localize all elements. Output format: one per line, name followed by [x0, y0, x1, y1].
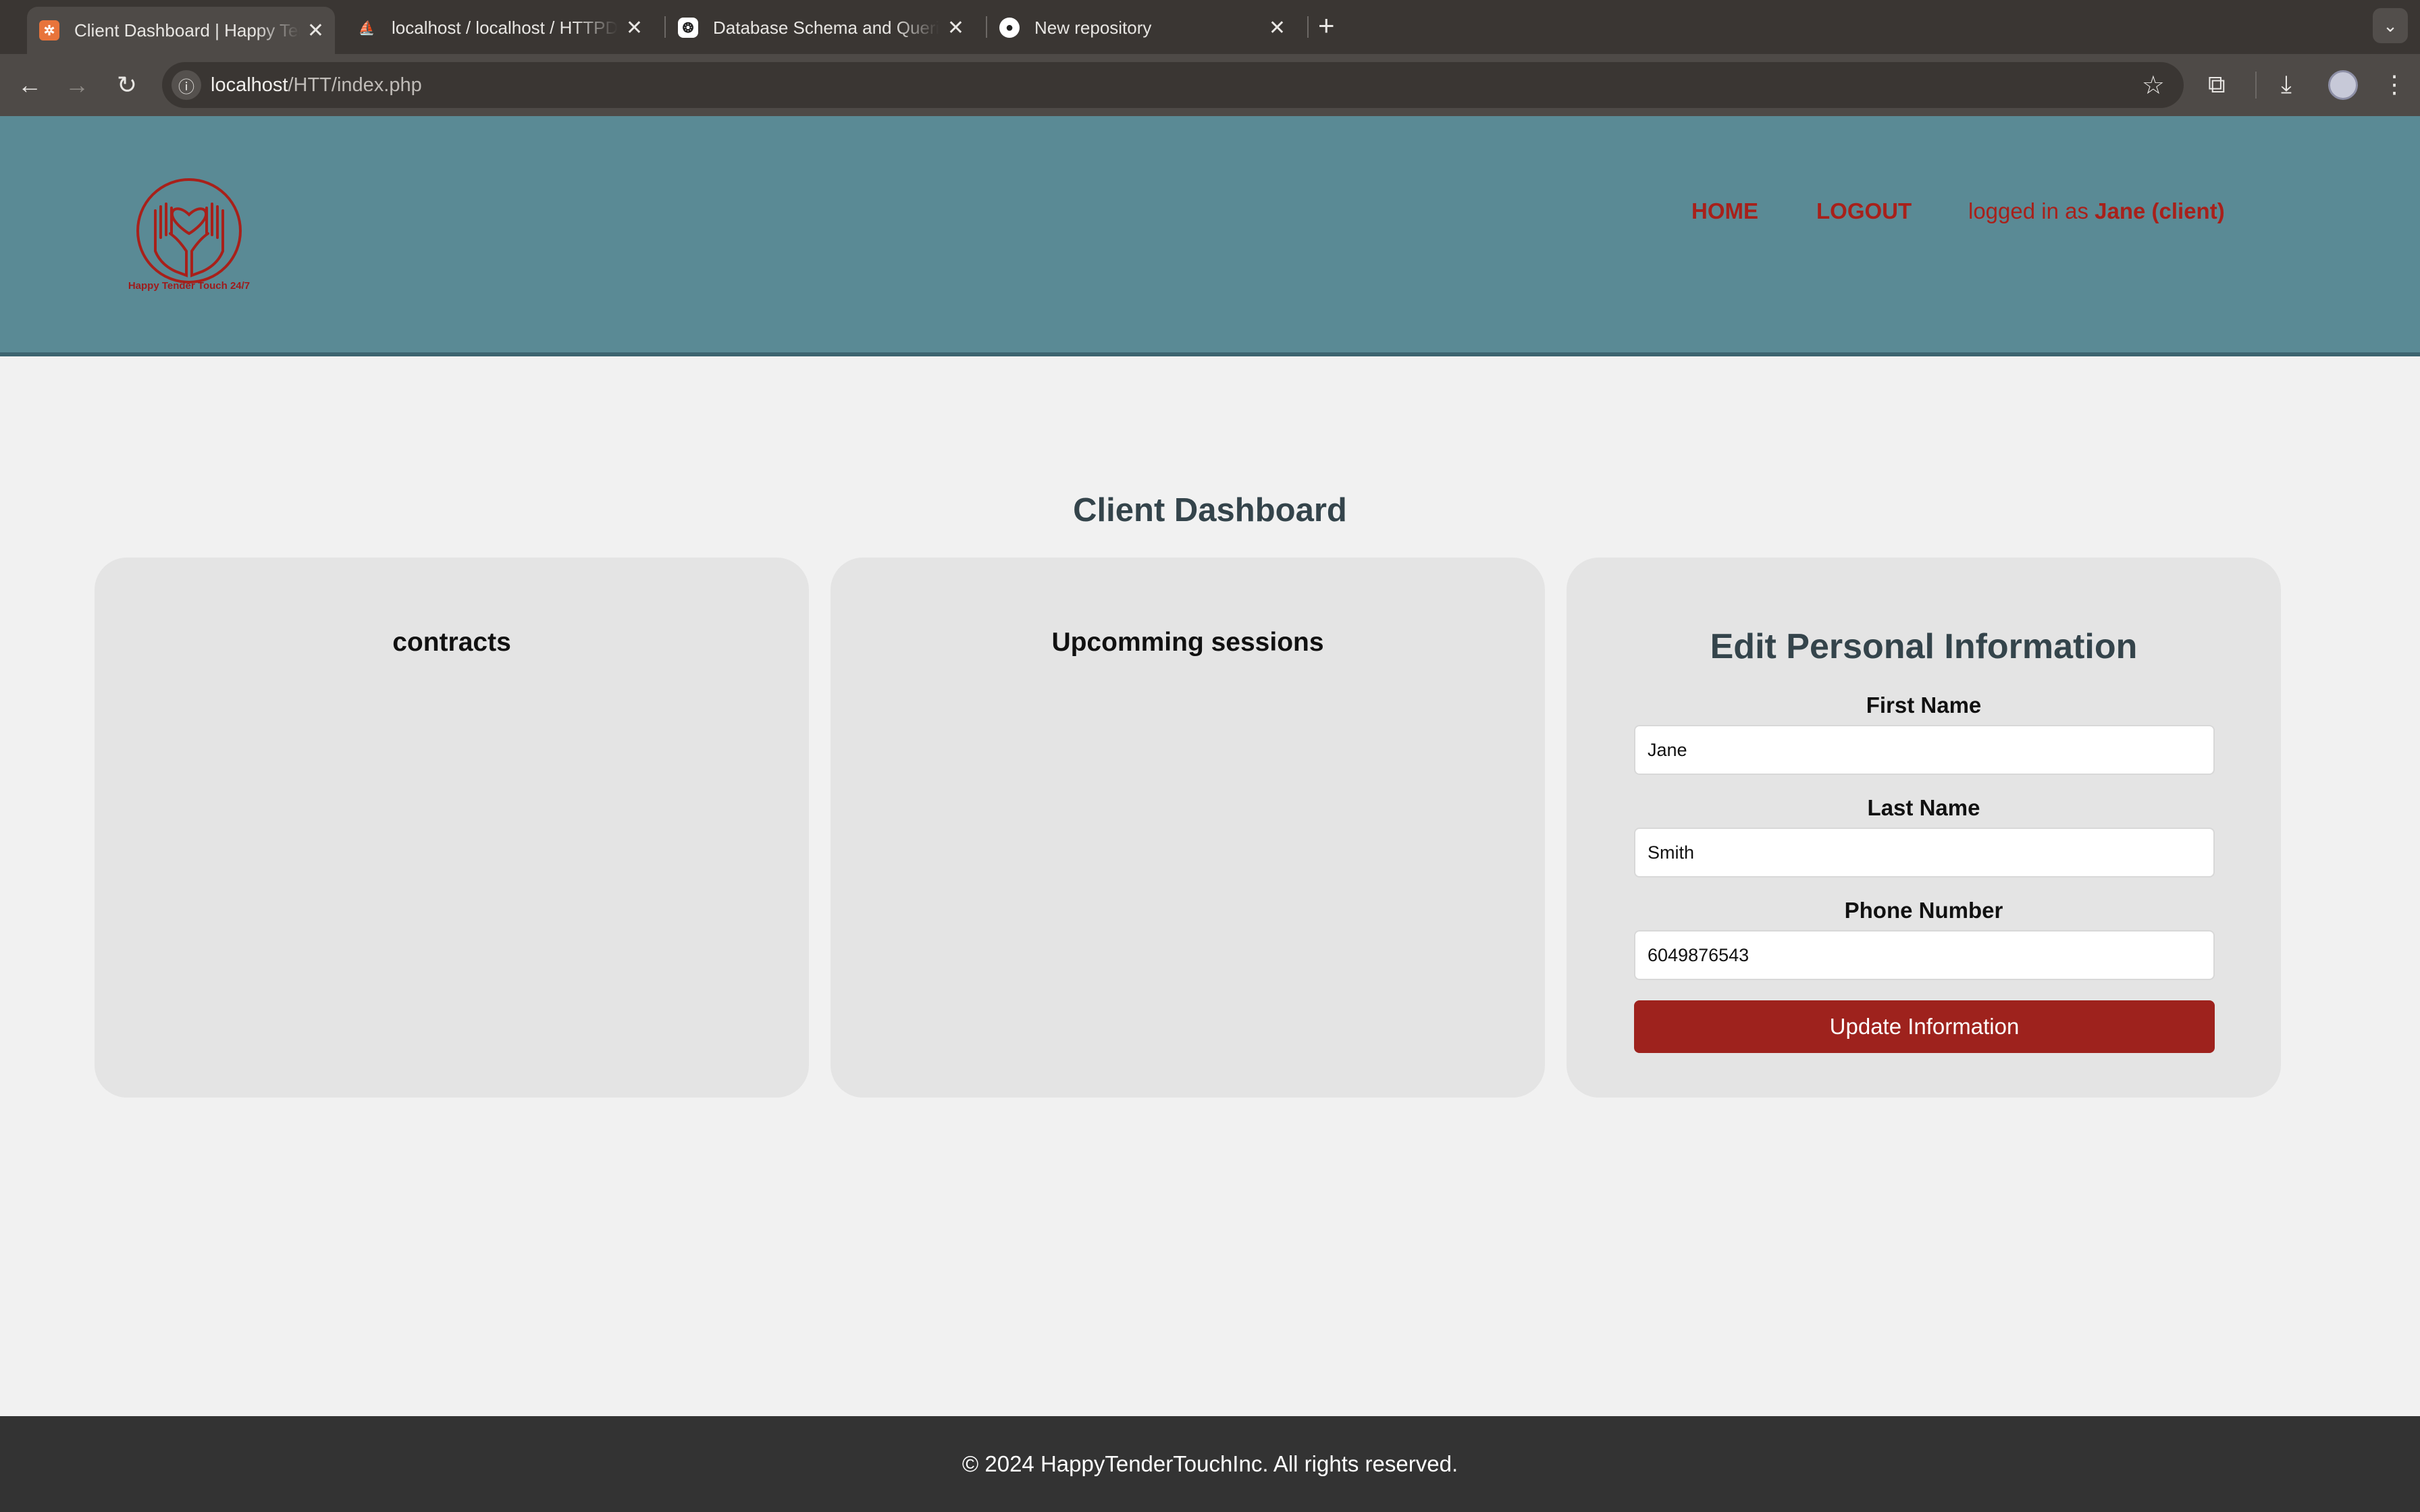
phone-input[interactable]: [1634, 930, 2215, 980]
new-tab-icon[interactable]: +: [1318, 9, 1335, 42]
site-info-icon[interactable]: ⓘ: [172, 70, 201, 100]
tab-search-icon[interactable]: ⌄: [2373, 8, 2408, 43]
last-name-input[interactable]: [1634, 828, 2215, 878]
contracts-card: contracts: [95, 558, 809, 1098]
download-icon[interactable]: ⤓: [2281, 70, 2292, 99]
forward-icon[interactable]: →: [61, 69, 93, 101]
browser-tab-strip: ✲ Client Dashboard | Happy Tender Touch …: [0, 0, 2420, 54]
address-bar[interactable]: ⓘ localhost/HTT/index.php ☆: [162, 62, 2184, 108]
tab-phpmyadmin[interactable]: ⛵ localhost / localhost / HTTPDB | phpMy…: [344, 7, 654, 49]
footer-copyright: © 2024 HappyTenderTouchInc. All rights r…: [962, 1451, 1458, 1476]
login-prefix: logged in as: [1968, 198, 2095, 223]
url-path: /HTT/index.php: [288, 74, 422, 96]
contracts-heading: contracts: [392, 628, 511, 657]
sessions-card: Upcomming sessions: [831, 558, 1545, 1098]
tab-client-dashboard[interactable]: ✲ Client Dashboard | Happy Tender Touch …: [27, 7, 335, 54]
login-user: Jane (client): [2095, 198, 2225, 223]
xampp-icon: ✲: [39, 20, 59, 40]
tab-title: localhost / localhost / HTTPDB | phpMyAd…: [392, 17, 618, 38]
url-host: localhost: [211, 74, 288, 96]
profile-avatar[interactable]: [2328, 70, 2358, 100]
site-header: Happy Tender Touch 24/7 HOME LOGOUT logg…: [0, 116, 2420, 356]
first-name-label: First Name: [1866, 693, 1982, 718]
sessions-heading: Upcomming sessions: [1051, 628, 1324, 657]
toolbar-separator: [2255, 72, 2257, 99]
bookmark-star-icon[interactable]: ☆: [2142, 70, 2165, 101]
nav-home-link[interactable]: HOME: [1691, 198, 1758, 224]
logo-hands-heart-icon[interactable]: [122, 163, 257, 298]
tab-separator: [1307, 16, 1309, 38]
close-tab-icon[interactable]: ✕: [1269, 16, 1286, 40]
nav-logout-link[interactable]: LOGOUT: [1816, 198, 1912, 224]
back-icon[interactable]: ←: [14, 69, 46, 101]
page-title: Client Dashboard: [1073, 492, 1347, 529]
tab-title: Client Dashboard | Happy Tender Touch: [74, 20, 300, 40]
tab-database-schema[interactable]: ❂ Database Schema and Queries ✕: [666, 7, 975, 49]
openai-icon: ❂: [678, 18, 698, 38]
site-footer: © 2024 HappyTenderTouchInc. All rights r…: [0, 1416, 2420, 1512]
more-menu-icon[interactable]: ⋮: [2382, 70, 2406, 99]
browser-toolbar: ← → ↻ ⓘ localhost/HTT/index.php ☆ ⧉ ⤓ ⋮: [0, 54, 2420, 116]
edit-info-heading: Edit Personal Information: [1710, 627, 2138, 666]
edit-info-card: Edit Personal Information First Name Las…: [1567, 558, 2281, 1098]
phone-label: Phone Number: [1844, 898, 2003, 923]
close-tab-icon[interactable]: ✕: [626, 16, 643, 40]
first-name-input[interactable]: [1634, 725, 2215, 775]
phpmyadmin-icon: ⛵: [358, 20, 375, 36]
tab-new-repository[interactable]: ● New repository ✕: [987, 7, 1296, 49]
last-name-label: Last Name: [1867, 795, 1980, 820]
logo-text: Happy Tender Touch 24/7: [128, 280, 251, 292]
extensions-icon[interactable]: ⧉: [2208, 70, 2226, 99]
tab-title: New repository: [1034, 17, 1152, 38]
update-information-button[interactable]: Update Information: [1634, 1000, 2215, 1053]
close-tab-icon[interactable]: ✕: [307, 19, 324, 43]
github-icon: ●: [999, 18, 1020, 38]
login-status: logged in as Jane (client): [1968, 198, 2225, 224]
close-tab-icon[interactable]: ✕: [947, 16, 964, 40]
reload-icon[interactable]: ↻: [111, 69, 143, 101]
tab-title: Database Schema and Queries: [713, 17, 939, 38]
url-text[interactable]: localhost/HTT/index.php: [211, 74, 422, 97]
